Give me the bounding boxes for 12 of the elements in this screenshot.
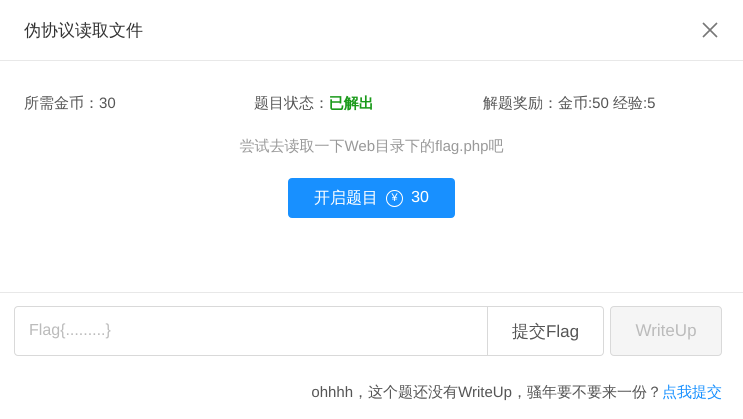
yen-icon: ¥ [386,190,404,206]
info-text: 所需金币：30 [24,94,117,113]
submit-flag-button[interactable]: 提交Flag [488,306,604,356]
start-button[interactable]: 开启题目 ¥ 30 [288,178,455,218]
flag-input-field[interactable]: Flag{.........} [14,306,488,356]
close-icon[interactable] [702,22,718,38]
info-text: 解题奖励：金币:50 经验:5 [483,94,657,113]
hint-text: 尝试去读取一下Web目录下的flag.php吧 [240,137,504,156]
footer-text: ohhhh，这个题还没有WriteUp，骚年要不要来一份？点我提交 [310,383,723,402]
submit-link[interactable]: 点我提交 [662,384,722,401]
dialog-title: 伪协议读取文件 [24,20,143,42]
info-text: 题目状态：已解出 [254,94,375,113]
